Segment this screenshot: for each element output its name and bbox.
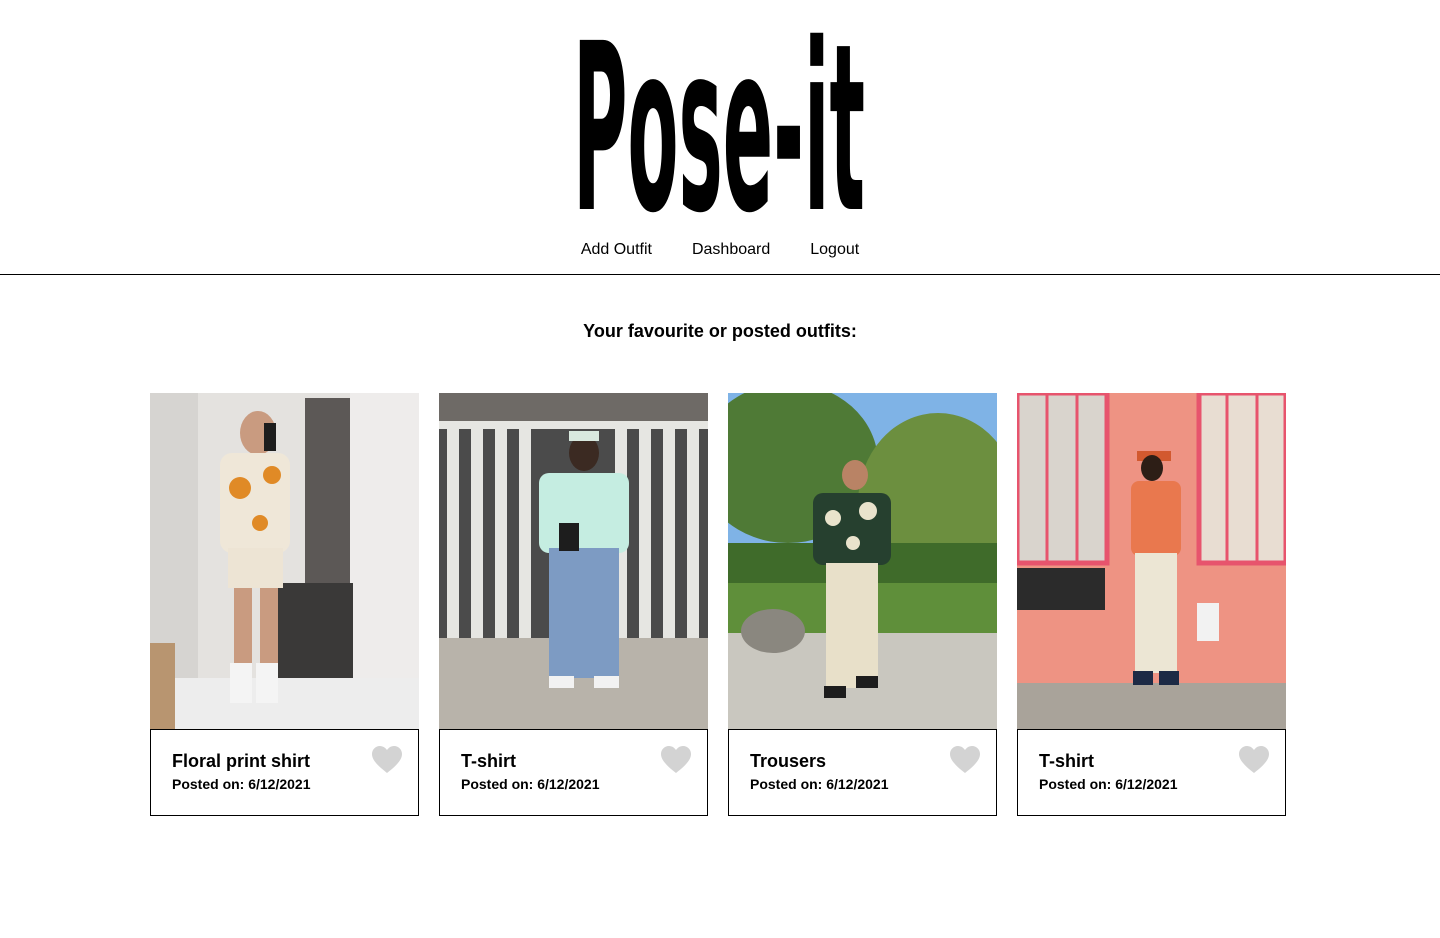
outfit-title: T-shirt: [461, 751, 517, 771]
heart-icon: [1239, 746, 1269, 773]
brand-logo-text: Pose-it: [573, 27, 865, 217]
outfit-posted-date: Posted on: 6/12/2021: [1039, 776, 1178, 792]
outfit-posted-date: Posted on: 6/12/2021: [172, 776, 311, 792]
page-title: Your favourite or posted outfits:: [583, 321, 857, 341]
outfit-title: Floral print shirt: [172, 751, 311, 771]
outfit-photo[interactable]: [150, 393, 419, 730]
outfit-card[interactable]: T-shirt Posted on: 6/12/2021: [1017, 393, 1286, 816]
heart-icon: [661, 746, 691, 773]
outfit-photo[interactable]: [728, 393, 997, 730]
outfit-card[interactable]: Floral print shirt Posted on: 6/12/2021: [150, 393, 419, 816]
outfit-card-info: T-shirt Posted on: 6/12/2021: [439, 729, 708, 816]
outfit-photo[interactable]: [439, 393, 708, 730]
outfit-card[interactable]: Trousers Posted on: 6/12/2021: [728, 393, 997, 816]
outfit-card-info: Floral print shirt Posted on: 6/12/2021: [150, 729, 419, 816]
outfit-card-info: T-shirt Posted on: 6/12/2021: [1017, 729, 1286, 816]
nav-logout[interactable]: Logout: [810, 240, 859, 260]
outfit-posted-date: Posted on: 6/12/2021: [750, 776, 889, 792]
outfit-photo[interactable]: [1017, 393, 1286, 730]
favourite-button[interactable]: [1239, 746, 1269, 774]
heart-icon: [372, 746, 402, 773]
outfit-grid: Floral print shirt Posted on: 6/12/2021: [150, 393, 1286, 816]
favourite-button[interactable]: [950, 746, 980, 774]
outfit-title: Trousers: [750, 751, 827, 771]
outfit-title: T-shirt: [1039, 751, 1095, 771]
outfit-posted-date: Posted on: 6/12/2021: [461, 776, 600, 792]
heart-icon: [950, 746, 980, 773]
outfit-card[interactable]: T-shirt Posted on: 6/12/2021: [439, 393, 708, 816]
site-header: Pose-it Add Outfit Dashboard Logout: [0, 0, 1440, 275]
main-nav: Add Outfit Dashboard Logout: [0, 240, 1440, 260]
favourite-button[interactable]: [661, 746, 691, 774]
outfit-card-info: Trousers Posted on: 6/12/2021: [728, 729, 997, 816]
favourite-button[interactable]: [372, 746, 402, 774]
nav-dashboard[interactable]: Dashboard: [692, 240, 770, 260]
nav-add-outfit[interactable]: Add Outfit: [581, 240, 652, 260]
brand-logo[interactable]: Pose-it: [571, 27, 867, 217]
